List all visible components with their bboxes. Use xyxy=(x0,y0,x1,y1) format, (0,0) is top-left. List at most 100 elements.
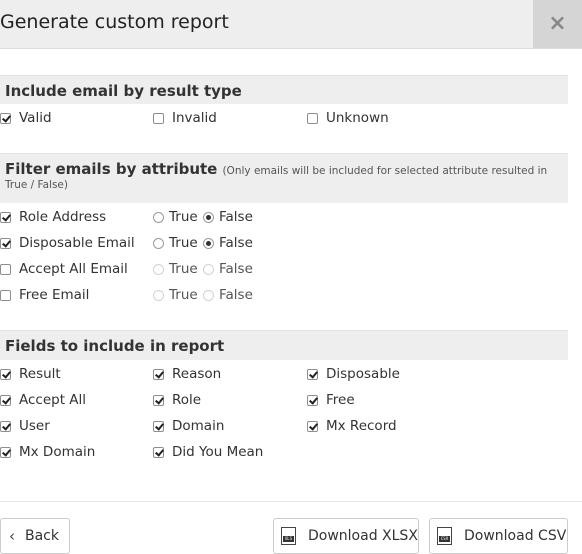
dialog-title: Generate custom report xyxy=(0,11,229,33)
checkbox-label: Unknown xyxy=(326,110,389,126)
radio-accept-all-email-false[interactable]: False xyxy=(203,258,253,280)
checkbox-label: Free xyxy=(326,392,355,408)
radio-label: False xyxy=(219,235,253,251)
checkbox-field-disposable[interactable]: Disposable xyxy=(307,363,400,385)
result-type-row: Valid Invalid Unknown xyxy=(0,107,568,129)
download-csv-label: Download CSV xyxy=(464,528,567,544)
xlsx-file-icon-tag: XLS xyxy=(283,536,294,542)
radio-label: True xyxy=(169,209,198,225)
radio-disposable-email-true[interactable]: True xyxy=(153,232,198,254)
checkbox-field-domain[interactable]: Domain xyxy=(153,415,224,437)
checkbox-field-free[interactable]: Free xyxy=(307,389,355,411)
fields-row: User Domain Mx Record xyxy=(0,415,568,437)
checkbox-field-reason[interactable]: Reason xyxy=(153,363,221,385)
checkbox-checked-icon[interactable] xyxy=(153,446,164,458)
checkbox-label: Free Email xyxy=(19,287,90,303)
section-note-continued: True / False) xyxy=(5,179,68,191)
checkbox-field-mx-domain[interactable]: Mx Domain xyxy=(0,441,95,463)
checkbox-valid[interactable]: Valid xyxy=(0,107,52,129)
xlsx-file-icon: XLS xyxy=(281,527,296,545)
checkbox-label: User xyxy=(19,418,50,434)
checkbox-role-address[interactable]: Role Address xyxy=(0,206,106,228)
csv-file-icon: CSV xyxy=(437,527,452,545)
checkbox-checked-icon[interactable] xyxy=(307,394,318,406)
attribute-row-role-address: Role Address True False xyxy=(0,206,568,228)
checkbox-label: Valid xyxy=(19,110,52,126)
radio-disabled-icon[interactable] xyxy=(203,289,214,301)
checkbox-checked-icon[interactable] xyxy=(153,420,164,432)
back-button[interactable]: ‹ Back xyxy=(0,518,70,554)
checkbox-field-mx-record[interactable]: Mx Record xyxy=(307,415,397,437)
attribute-row-accept-all-email: Accept All Email True False xyxy=(0,258,568,280)
radio-role-address-true[interactable]: True xyxy=(153,206,198,228)
close-button[interactable]: × xyxy=(533,0,582,48)
fields-row: Mx Domain Did You Mean xyxy=(0,441,568,463)
radio-disposable-email-false[interactable]: False xyxy=(203,232,253,254)
csv-file-icon-tag: CSV xyxy=(439,536,450,542)
checkbox-label: Role xyxy=(172,392,202,408)
radio-accept-all-email-true[interactable]: True xyxy=(153,258,198,280)
section-result-type-header: Include email by result type xyxy=(0,75,568,104)
checkbox-unchecked-icon[interactable] xyxy=(307,112,318,124)
checkbox-checked-icon[interactable] xyxy=(153,394,164,406)
checkbox-label: Disposable xyxy=(326,366,400,382)
checkbox-field-user[interactable]: User xyxy=(0,415,50,437)
checkbox-checked-icon[interactable] xyxy=(0,368,11,380)
radio-label: True xyxy=(169,261,198,277)
checkbox-label: Did You Mean xyxy=(172,444,264,460)
radio-disabled-icon[interactable] xyxy=(153,263,164,275)
checkbox-field-role[interactable]: Role xyxy=(153,389,201,411)
section-title: Include email by result type xyxy=(5,82,242,100)
radio-label: False xyxy=(219,287,253,303)
download-xlsx-label: Download XLSX xyxy=(308,528,418,544)
checkbox-checked-icon[interactable] xyxy=(0,112,11,124)
checkbox-checked-icon[interactable] xyxy=(0,394,11,406)
checkbox-checked-icon[interactable] xyxy=(0,446,11,458)
checkbox-checked-icon[interactable] xyxy=(0,420,11,432)
footer-divider xyxy=(0,501,582,502)
section-title: Filter emails by attribute xyxy=(5,160,218,178)
radio-disabled-icon[interactable] xyxy=(153,289,164,301)
radio-unselected-icon[interactable] xyxy=(153,237,164,249)
checkbox-label: Disposable Email xyxy=(19,235,135,251)
checkbox-disposable-email[interactable]: Disposable Email xyxy=(0,232,135,254)
checkbox-label: Reason xyxy=(172,366,222,382)
checkbox-label: Role Address xyxy=(19,209,107,225)
section-title: Fields to include in report xyxy=(5,337,225,355)
attribute-row-disposable-email: Disposable Email True False xyxy=(0,232,568,254)
download-xlsx-button[interactable]: XLS Download XLSX xyxy=(273,518,419,554)
checkbox-label: Result xyxy=(19,366,61,382)
radio-label: True xyxy=(169,235,198,251)
radio-label: False xyxy=(219,261,253,277)
checkbox-unchecked-icon[interactable] xyxy=(0,263,11,275)
checkbox-checked-icon[interactable] xyxy=(153,368,164,380)
checkbox-checked-icon[interactable] xyxy=(307,368,318,380)
checkbox-unchecked-icon[interactable] xyxy=(0,289,11,301)
radio-selected-icon[interactable] xyxy=(203,237,214,249)
radio-free-email-false[interactable]: False xyxy=(203,284,253,306)
checkbox-invalid[interactable]: Invalid xyxy=(153,107,217,129)
checkbox-field-accept-all[interactable]: Accept All xyxy=(0,389,86,411)
download-csv-button[interactable]: CSV Download CSV xyxy=(429,518,568,554)
checkbox-unknown[interactable]: Unknown xyxy=(307,107,389,129)
checkbox-label: Mx Record xyxy=(326,418,397,434)
attribute-row-free-email: Free Email True False xyxy=(0,284,568,306)
checkbox-accept-all-email[interactable]: Accept All Email xyxy=(0,258,128,280)
checkbox-free-email[interactable]: Free Email xyxy=(0,284,89,306)
radio-unselected-icon[interactable] xyxy=(153,211,164,223)
checkbox-checked-icon[interactable] xyxy=(0,211,11,223)
radio-label: False xyxy=(219,209,253,225)
section-note: (Only emails will be included for select… xyxy=(222,165,548,177)
radio-role-address-false[interactable]: False xyxy=(203,206,253,228)
radio-selected-icon[interactable] xyxy=(203,211,214,223)
checkbox-checked-icon[interactable] xyxy=(0,237,11,249)
checkbox-checked-icon[interactable] xyxy=(307,420,318,432)
section-fields-header: Fields to include in report xyxy=(0,330,568,360)
checkbox-label: Domain xyxy=(172,418,225,434)
checkbox-field-did-you-mean[interactable]: Did You Mean xyxy=(153,441,263,463)
chevron-left-icon: ‹ xyxy=(9,527,15,545)
checkbox-unchecked-icon[interactable] xyxy=(153,112,164,124)
radio-free-email-true[interactable]: True xyxy=(153,284,198,306)
radio-disabled-icon[interactable] xyxy=(203,263,214,275)
checkbox-field-result[interactable]: Result xyxy=(0,363,61,385)
